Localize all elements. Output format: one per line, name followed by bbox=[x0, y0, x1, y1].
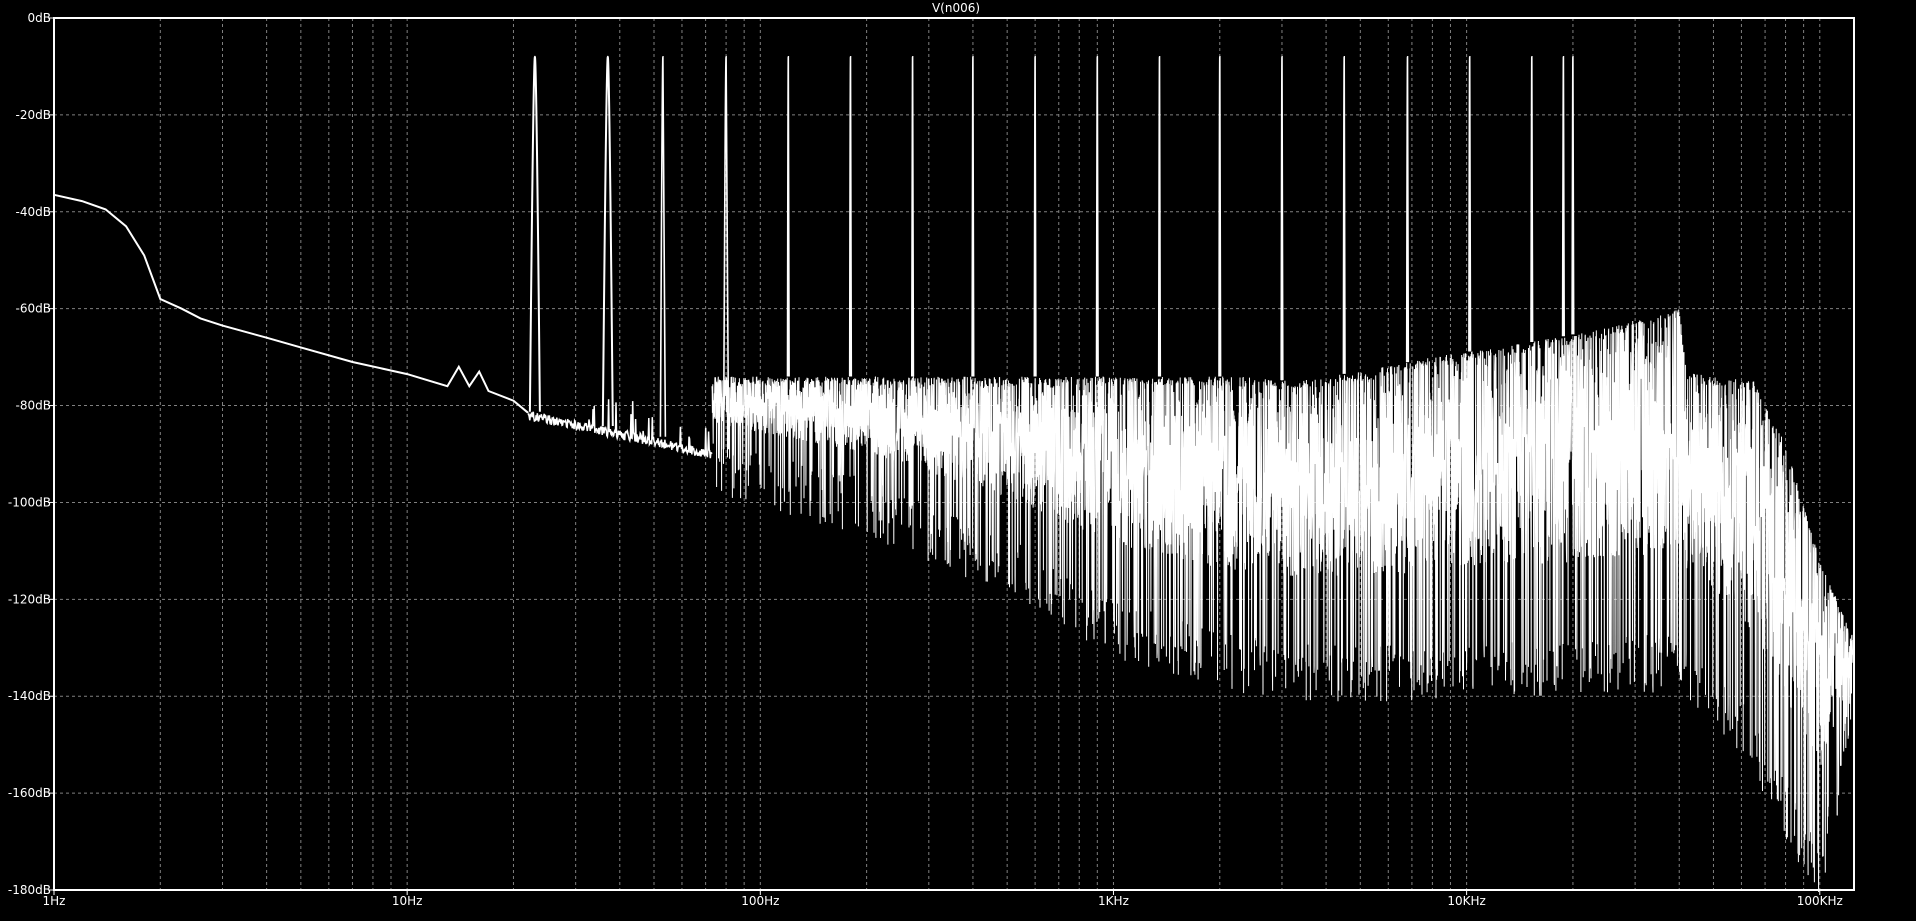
harmonic-peak bbox=[848, 55, 853, 377]
x-tick-label: 1KHz bbox=[1098, 894, 1129, 908]
harmonic-peak bbox=[1157, 55, 1162, 377]
harmonic-peak bbox=[1530, 55, 1534, 343]
x-tick-label: 1Hz bbox=[43, 894, 66, 908]
harmonic-peak bbox=[1218, 55, 1222, 377]
harmonic-peak bbox=[1571, 55, 1575, 335]
x-tick-label: 100Hz bbox=[741, 894, 779, 908]
harmonic-peak bbox=[1468, 55, 1472, 352]
y-tick-label: -20dB bbox=[16, 108, 51, 122]
trace-title[interactable]: V(n006) bbox=[932, 1, 980, 15]
harmonic-peak bbox=[911, 55, 915, 377]
x-tick-label: 10KHz bbox=[1447, 894, 1485, 908]
harmonic-peak bbox=[1095, 55, 1099, 377]
spectrum-chart: V(n006) 0dB -20dB -40dB -60dB -80dB -100dB -12… bbox=[0, 0, 1916, 917]
harmonic-peak bbox=[1561, 55, 1565, 337]
harmonic-peak bbox=[971, 55, 975, 377]
spectrum-plot-window: V(n006) 0dB -20dB -40dB -60dB -80dB -100dB -12… bbox=[0, 0, 1916, 917]
harmonic-peak bbox=[1405, 55, 1410, 363]
harmonic-peak bbox=[1033, 55, 1037, 377]
y-tick-label: -80dB bbox=[16, 399, 51, 413]
y-tick-label: -120dB bbox=[8, 592, 51, 606]
harmonic-peak bbox=[1280, 55, 1284, 381]
x-tick-label: 100KHz bbox=[1797, 894, 1843, 908]
y-tick-label: 0dB bbox=[28, 11, 51, 25]
y-tick-label: -40dB bbox=[16, 205, 51, 219]
y-tick-label: -160dB bbox=[8, 786, 51, 800]
harmonic-peak bbox=[1342, 55, 1346, 374]
y-tick-label: -100dB bbox=[8, 495, 51, 509]
y-tick-label: -140dB bbox=[8, 689, 51, 703]
x-tick-label: 10Hz bbox=[392, 894, 423, 908]
harmonic-peak bbox=[786, 55, 790, 377]
y-tick-label: -60dB bbox=[16, 302, 51, 316]
